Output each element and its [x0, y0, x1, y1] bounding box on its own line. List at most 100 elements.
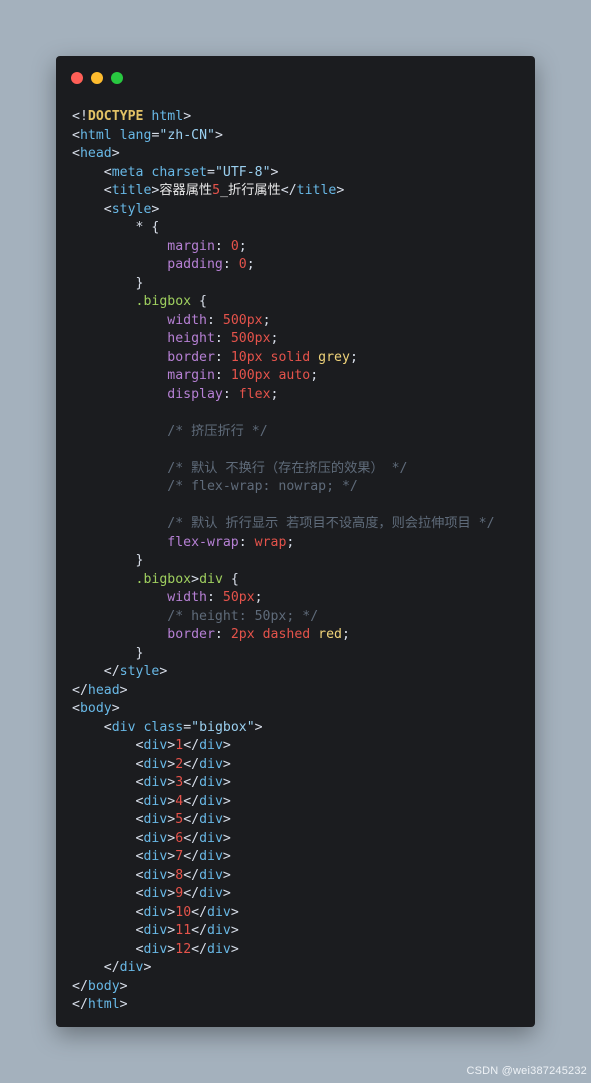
code-token: div: [199, 756, 223, 772]
code-line: </style>: [72, 663, 495, 682]
code-line: <div>3</div>: [72, 774, 495, 793]
code-line: <body>: [72, 700, 495, 719]
code-token: >: [230, 941, 239, 957]
watermark: CSDN @wei387245232: [466, 1065, 587, 1077]
code-token: .bigbox: [135, 571, 192, 587]
code-line: <div>11</div>: [72, 922, 495, 941]
code-token: >: [230, 904, 239, 920]
code-token: border: [167, 627, 215, 642]
code-token: 50px: [222, 590, 255, 605]
code-token: 0: [230, 238, 239, 254]
code-token: * {: [72, 220, 160, 235]
code-line: /* flex-wrap: nowrap; */: [72, 478, 495, 497]
code-token: </: [72, 978, 88, 994]
code-token: div: [199, 830, 223, 846]
code-token: </: [191, 904, 208, 920]
code-line: <div>6</div>: [72, 830, 495, 849]
code-token: <: [72, 830, 144, 846]
code-token: <: [72, 146, 80, 161]
code-token: ;: [238, 238, 247, 254]
code-line: <div>7</div>: [72, 848, 495, 867]
code-token: {: [191, 294, 207, 309]
code-line: <div>12</div>: [72, 941, 495, 960]
code-token: head: [87, 682, 120, 698]
code-token: >: [119, 978, 128, 994]
code-token: "UTF-8": [214, 164, 271, 180]
code-token: >: [191, 571, 200, 587]
code-line: <div>9</div>: [72, 885, 495, 904]
code-token: <: [72, 183, 112, 198]
code-token: ;: [246, 257, 255, 272]
code-token: </: [72, 997, 88, 1012]
code-token: body: [87, 978, 120, 994]
code-token: >: [222, 886, 231, 901]
code-token: "bigbox": [191, 719, 255, 735]
code-token: 4: [175, 793, 184, 809]
code-line: </body>: [72, 978, 495, 997]
code-token: >: [214, 127, 223, 143]
code-token: 6: [175, 830, 184, 846]
minimize-dot-icon[interactable]: [91, 72, 103, 84]
code-token: ;: [349, 349, 358, 365]
code-token: >: [230, 923, 239, 938]
code-token: padding: [167, 257, 223, 272]
code-token: /* 默认 不换行（存在挤压的效果） */: [167, 460, 408, 476]
code-line: .bigbox>div {: [72, 571, 495, 590]
code-token: </: [183, 756, 200, 772]
code-token: title: [111, 183, 152, 198]
code-token: div: [199, 849, 223, 864]
code-token: style: [111, 201, 152, 217]
code-line: </div>: [72, 959, 495, 978]
code-token: div: [111, 719, 136, 735]
code-token: div: [199, 738, 223, 753]
code-token: div: [143, 738, 168, 753]
code-token: display: [167, 386, 223, 402]
code-token: flex-wrap: [167, 534, 239, 550]
code-token: ;: [270, 386, 279, 402]
code-token: <: [72, 127, 80, 143]
code-window: <!DOCTYPE html> <html lang="zh-CN"> <head>…: [56, 56, 535, 1027]
code-token: >: [159, 664, 168, 679]
code-line: * {: [72, 219, 495, 238]
code-token: </: [280, 183, 297, 198]
code-token: >: [143, 960, 152, 975]
code-token: ;: [310, 368, 319, 383]
code-token: div: [143, 941, 168, 957]
code-line: <html lang="zh-CN">: [72, 127, 495, 146]
code-block: <!DOCTYPE html> <html lang="zh-CN"> <head>…: [72, 108, 495, 1015]
maximize-dot-icon[interactable]: [111, 72, 123, 84]
code-token: lang: [119, 127, 152, 143]
code-token: 11: [175, 923, 192, 938]
code-token: div: [199, 793, 223, 809]
code-token: >: [254, 719, 263, 735]
code-token: </: [72, 960, 120, 975]
code-line: <div>8</div>: [72, 867, 495, 886]
code-token: div: [199, 886, 223, 901]
code-line: padding: 0;: [72, 256, 495, 275]
code-token: title: [296, 183, 337, 198]
code-token: }: [72, 553, 144, 568]
code-line: <style>: [72, 201, 495, 220]
code-token: ;: [262, 312, 271, 328]
code-token: >: [111, 146, 120, 161]
code-line: }: [72, 275, 495, 294]
code-token: margin: [167, 368, 215, 383]
code-token: div: [143, 830, 168, 846]
close-dot-icon[interactable]: [71, 72, 83, 84]
code-token: ;: [270, 331, 279, 346]
code-token: >: [222, 812, 231, 827]
code-token: red: [318, 627, 342, 642]
code-token: div: [199, 867, 223, 883]
code-line: /* 默认 折行显示 若项目不设高度，则会拉伸项目 */: [72, 515, 494, 534]
code-token: </: [183, 886, 200, 901]
code-line: <head>: [72, 145, 495, 164]
